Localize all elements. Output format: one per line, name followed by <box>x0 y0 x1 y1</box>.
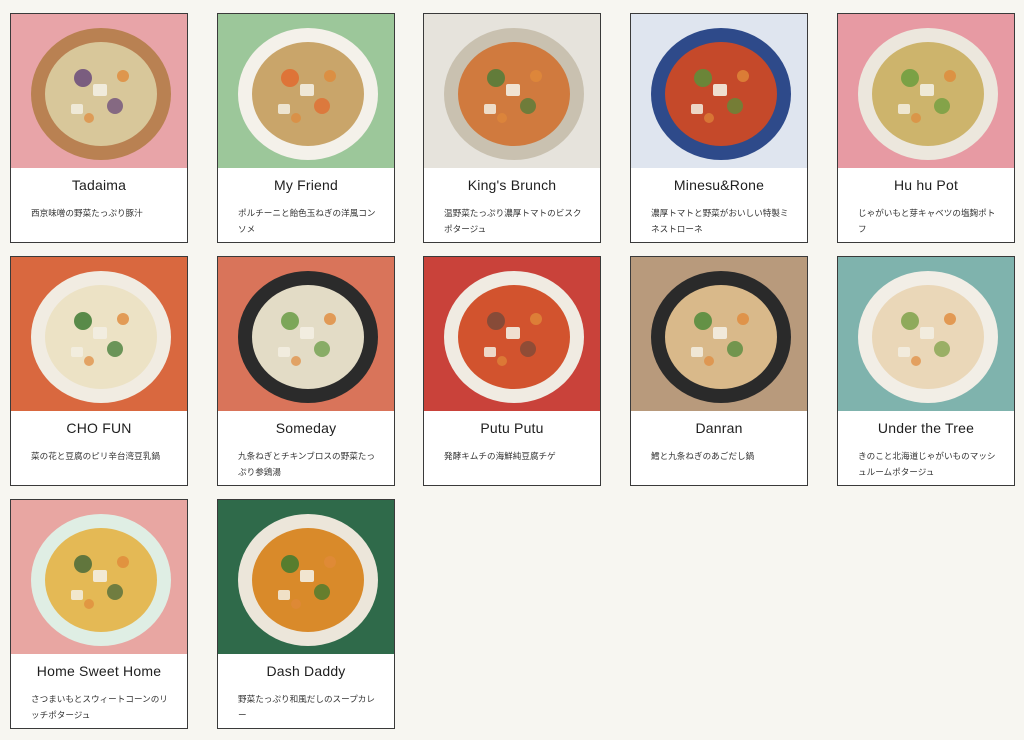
product-description: 鱈と九条ねぎのあごだし鍋 <box>651 452 755 462</box>
product-photo[interactable] <box>218 500 394 654</box>
product-photo[interactable] <box>838 257 1014 411</box>
product-description: 野菜たっぷり和風だしのスープカレー <box>238 695 375 721</box>
product-card[interactable]: Putu Putu 発酵キムチの海鮮純豆腐チゲ <box>423 256 601 486</box>
product-name: Danran <box>695 420 743 436</box>
product-card[interactable]: Danran 鱈と九条ねぎのあごだし鍋 <box>630 256 808 486</box>
product-name: CHO FUN <box>66 420 132 436</box>
product-description: 西京味噌の野菜たっぷり豚汁 <box>31 209 143 219</box>
product-description: 温野菜たっぷり濃厚トマトのビスクポタージュ <box>444 209 582 235</box>
product-name: My Friend <box>273 177 339 193</box>
product-photo[interactable] <box>424 257 600 411</box>
product-description: 発酵キムチの海鮮純豆腐チゲ <box>444 452 556 462</box>
product-description: きのこと北海道じゃがいものマッシュルームポタージュ <box>858 452 996 478</box>
product-photo[interactable] <box>631 257 807 411</box>
product-photo[interactable] <box>11 14 187 168</box>
product-card[interactable]: CHO FUN 菜の花と豆腐のピリ辛台湾豆乳鍋 <box>10 256 188 486</box>
product-card[interactable]: Hu hu Pot じゃがいもと芽キャベツの塩麹ポトフ <box>837 13 1015 243</box>
product-name: Someday <box>275 420 337 436</box>
product-card[interactable]: Home Sweet Home さつまいもとスウィートコーンのリッチポタージュ <box>10 499 188 729</box>
product-description: 濃厚トマトと野菜がおいしい特製ミネストローネ <box>651 209 789 235</box>
product-card[interactable]: Someday 九条ねぎとチキンブロスの野菜たっぷり参鶏湯 <box>217 256 395 486</box>
product-photo[interactable] <box>11 500 187 654</box>
product-photo[interactable] <box>631 14 807 168</box>
product-description: 九条ねぎとチキンブロスの野菜たっぷり参鶏湯 <box>238 452 375 478</box>
product-name: Under the Tree <box>877 420 975 436</box>
product-photo[interactable] <box>218 257 394 411</box>
product-card[interactable]: King's Brunch 温野菜たっぷり濃厚トマトのビスクポタージュ <box>423 13 601 243</box>
product-description: じゃがいもと芽キャベツの塩麹ポトフ <box>858 209 996 235</box>
product-description: ポルチーニと飴色玉ねぎの洋風コンソメ <box>238 209 376 235</box>
product-name: Hu hu Pot <box>893 177 959 193</box>
product-card[interactable]: Under the Tree きのこと北海道じゃがいものマッシュルームポタージュ <box>837 256 1015 486</box>
product-photo[interactable] <box>11 257 187 411</box>
product-card[interactable]: My Friend ポルチーニと飴色玉ねぎの洋風コンソメ <box>217 13 395 243</box>
product-card[interactable]: Minesu&Rone 濃厚トマトと野菜がおいしい特製ミネストローネ <box>630 13 808 243</box>
product-photo[interactable] <box>838 14 1014 168</box>
product-name: Dash Daddy <box>266 663 346 679</box>
product-name: Tadaima <box>71 177 127 193</box>
product-description: さつまいもとスウィートコーンのリッチポタージュ <box>31 695 168 721</box>
product-name: Minesu&Rone <box>673 177 765 193</box>
product-card[interactable]: Dash Daddy 野菜たっぷり和風だしのスープカレー <box>217 499 395 729</box>
product-name: Putu Putu <box>480 420 544 436</box>
product-card[interactable]: Tadaima 西京味噌の野菜たっぷり豚汁 <box>10 13 188 243</box>
product-name: King's Brunch <box>467 177 557 193</box>
product-photo[interactable] <box>218 14 394 168</box>
product-description: 菜の花と豆腐のピリ辛台湾豆乳鍋 <box>31 452 160 462</box>
product-photo[interactable] <box>424 14 600 168</box>
product-name: Home Sweet Home <box>36 663 162 679</box>
